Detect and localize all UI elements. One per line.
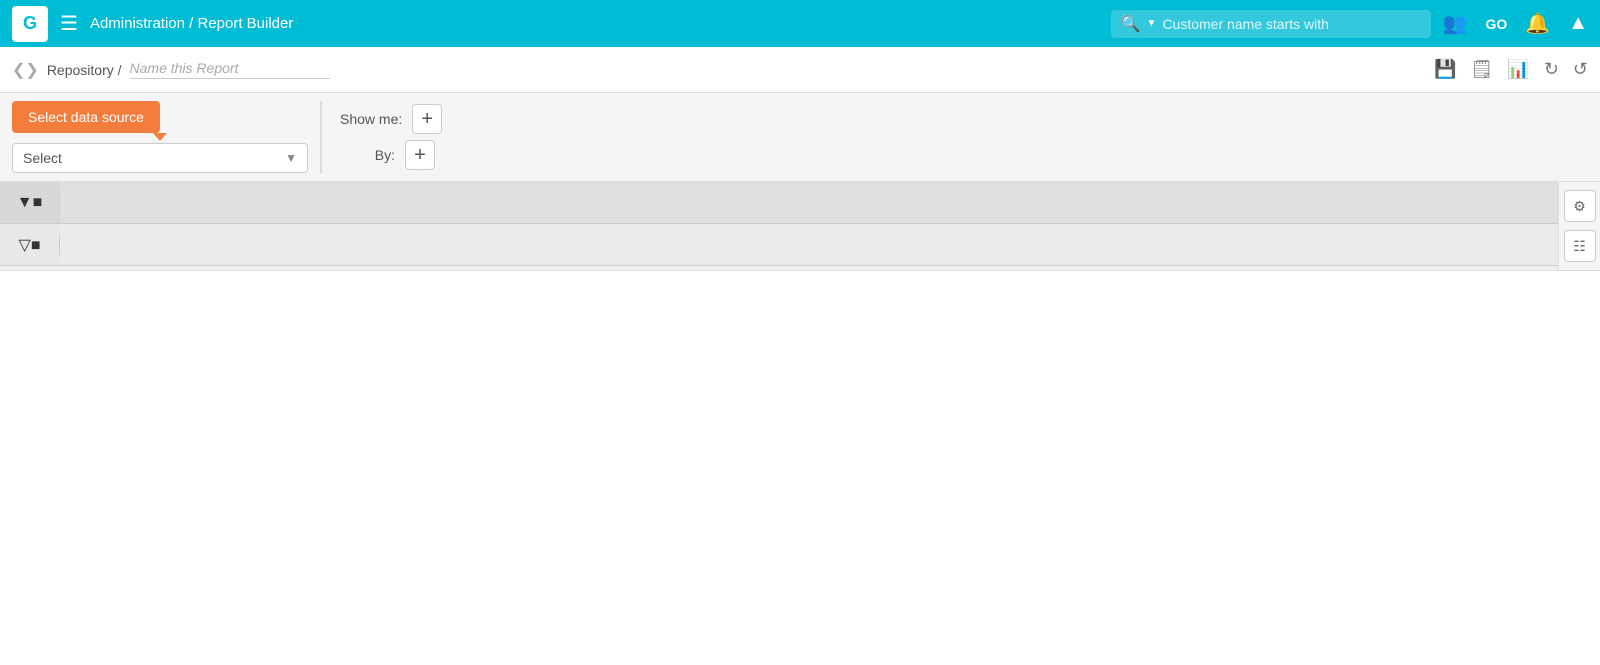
save-as-icon[interactable]: 🗒 [1471,59,1494,80]
hamburger-icon[interactable]: ☰ [60,11,78,36]
table-subheader-icon-col: ▽■ [0,235,60,255]
settings-button[interactable]: ⚙ [1564,190,1596,222]
subheader-breadcrumb: Repository / [47,62,122,78]
search-bar[interactable]: 🔍 ▼ [1111,10,1431,38]
redo-icon[interactable]: ↺ [1573,59,1588,80]
show-me-row: Show me: + [340,104,442,134]
sidebar-toggle-icon[interactable]: ❮❯ [12,60,39,80]
tooltip-arrow [153,133,167,141]
subheader-actions: 💾 🗒 📊 ↻ ↺ [1434,59,1588,80]
table-subheader-main [60,224,1558,265]
by-add-button[interactable]: + [405,140,435,170]
bell-icon[interactable]: 🔔 [1525,11,1550,36]
toolbar-row: Select data source Select ▼ Show me: + B… [0,93,1600,182]
undo-icon[interactable]: ↻ [1544,59,1559,80]
select-dropdown[interactable]: Select ▼ [12,143,308,173]
save-icon[interactable]: 💾 [1434,59,1456,80]
settings-icon: ⚙ [1573,198,1586,215]
report-name-input[interactable]: Name this Report [130,60,330,79]
table-header-row: ▼■ [0,182,1558,224]
table-body-empty [0,270,1600,665]
data-area: ▼■ ▽■ ⚙ ☷ [0,182,1600,665]
table-header-icon-col: ▼■ [0,194,60,212]
by-label: By: [340,147,395,163]
logo: G [12,6,48,42]
filter-sub-icon[interactable]: ▽■ [19,235,41,255]
table-header-main [60,182,1558,223]
select-datasource-button[interactable]: Select data source [12,101,160,133]
search-chevron-icon[interactable]: ▼ [1147,18,1157,29]
table-subheader-row: ▽■ [0,224,1558,266]
main-content: Select data source Select ▼ Show me: + B… [0,93,1600,665]
select-datasource-tooltip: Select data source [12,101,308,133]
toolbar-right: Show me: + By: + [322,104,442,170]
table-content: ▼■ ▽■ [0,182,1558,270]
by-row: By: + [340,140,442,170]
expand-icon[interactable]: ▲ [1568,12,1588,35]
topbar-action-icons: 👥 GO 🔔 ▲ [1443,11,1588,36]
table-section: ▼■ ▽■ ⚙ ☷ [0,182,1600,270]
search-icon: 🔍 [1121,14,1141,34]
select-label: Select [23,150,62,166]
toolbar-left: Select data source Select ▼ [12,101,322,173]
filter-icon[interactable]: ▼■ [17,194,43,212]
table-side-actions: ⚙ ☷ [1558,182,1600,270]
topbar: G ☰ Administration / Report Builder 🔍 ▼ … [0,0,1600,47]
go-icon[interactable]: GO [1486,16,1508,32]
topbar-breadcrumb: Administration / Report Builder [90,15,1099,32]
chart-icon[interactable]: 📊 [1507,59,1529,80]
grid-button[interactable]: ☷ [1564,230,1596,262]
dropdown-arrow-icon: ▼ [285,151,297,165]
users-icon[interactable]: 👥 [1443,11,1468,36]
show-me-label: Show me: [340,111,402,127]
search-input[interactable] [1162,16,1382,32]
subheader: ❮❯ Repository / Name this Report 💾 🗒 📊 ↻… [0,47,1600,93]
show-me-add-button[interactable]: + [412,104,442,134]
grid-icon: ☷ [1573,238,1586,255]
